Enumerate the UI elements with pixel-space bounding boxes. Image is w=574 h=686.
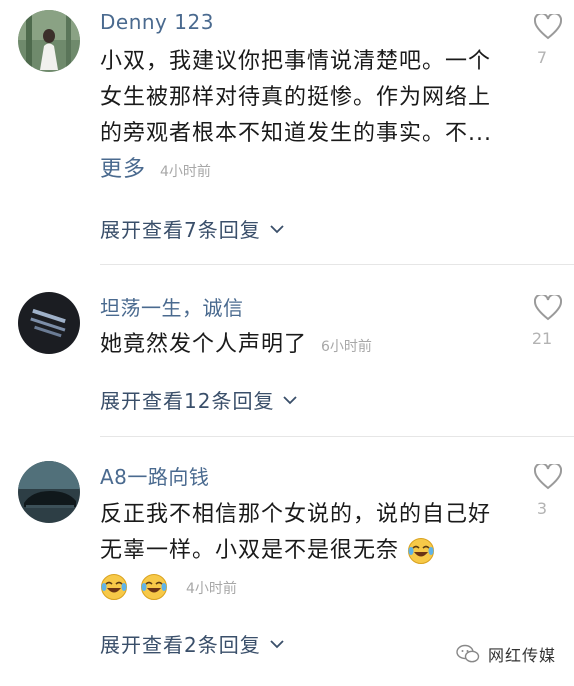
avatar[interactable] [18, 10, 80, 72]
replies-label: 展开查看7条回复 [100, 218, 261, 242]
tears-of-joy-emoji [408, 538, 435, 564]
comment-item: 坦荡一生，诚信 21 她竟然发个人声明了 6小时前 展开查看12条回复 [0, 265, 574, 437]
like-count: 21 [531, 329, 553, 348]
heart-outline-icon[interactable] [534, 295, 562, 321]
comment-text: 她竟然发个人声明了 6小时前 [100, 327, 500, 365]
tears-of-joy-emoji [141, 574, 167, 600]
watermark-text: 网红传媒 [487, 646, 556, 665]
expand-replies-button[interactable]: 展开查看2条回复 [100, 629, 285, 658]
expand-replies-button[interactable]: 展开查看12条回复 [100, 385, 298, 414]
watermark: 网红传媒 [456, 642, 556, 666]
tears-of-joy-emoji [101, 574, 127, 600]
replies-label: 展开查看2条回复 [100, 633, 261, 657]
expand-replies-button[interactable]: 展开查看7条回复 [100, 214, 285, 243]
chevron-down-icon [283, 395, 298, 404]
timestamp: 4小时前 [160, 164, 211, 180]
chevron-down-icon [270, 639, 284, 648]
comment-item: Denny 123 7 小双，我建议你把事情说清楚吧。一个女生被那样对待真的挺惨… [0, 0, 574, 265]
avatar[interactable] [18, 292, 80, 354]
chevron-down-icon [270, 224, 284, 233]
comment-text-content: 她竟然发个人声明了 [100, 332, 308, 357]
more-link[interactable]: 更多 [100, 157, 146, 182]
username[interactable]: Denny 123 [100, 10, 214, 34]
username[interactable]: 坦荡一生，诚信 [100, 292, 244, 321]
like-count: 7 [536, 48, 548, 67]
timestamp: 6小时前 [321, 339, 372, 355]
avatar[interactable] [18, 461, 80, 523]
timestamp: 4小时前 [186, 581, 237, 597]
username[interactable]: A8一路向钱 [100, 461, 209, 490]
wechat-icon [456, 644, 480, 663]
comment-text: 反正我不相信那个女说的，说的自己好无辜一样。小双是不是很无奈 4小时前 [100, 497, 500, 607]
like-count: 3 [536, 499, 548, 518]
replies-label: 展开查看12条回复 [100, 389, 275, 413]
heart-outline-icon[interactable] [534, 464, 562, 490]
heart-outline-icon[interactable] [534, 14, 562, 40]
comment-text-content: 小双，我建议你把事情说清楚吧。一个女生被那样对待真的挺惨。作为网络上的旁观者根本… [100, 49, 492, 146]
comment-text: 小双，我建议你把事情说清楚吧。一个女生被那样对待真的挺惨。作为网络上的旁观者根本… [100, 44, 492, 190]
